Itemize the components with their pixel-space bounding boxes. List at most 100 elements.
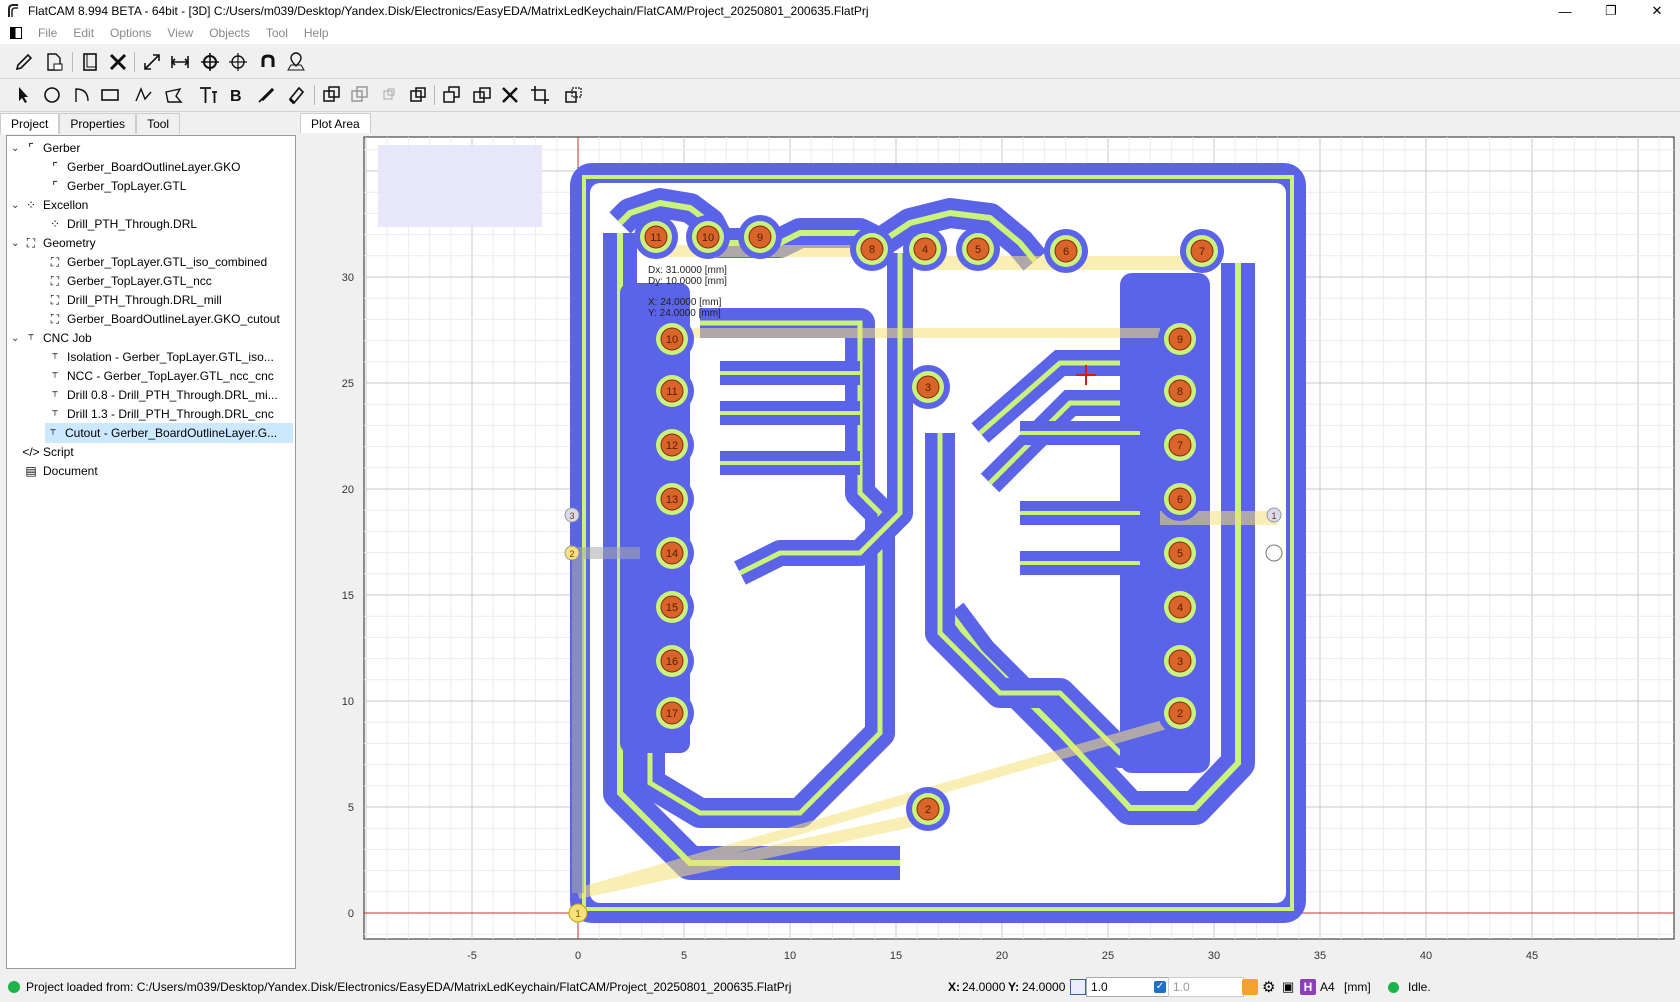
tree-item-cnc[interactable]: ⸆ Isolation - Gerber_TopLayer.GTL_iso... bbox=[47, 347, 274, 367]
chevron-down-icon: ⌄ bbox=[11, 199, 20, 211]
y-tick-label: 25 bbox=[342, 378, 354, 390]
tree-item-script[interactable]: </> Script bbox=[22, 442, 73, 462]
tree-item-gerber[interactable]: ⌜ Gerber_TopLayer.GTL bbox=[47, 176, 186, 196]
crop-icon bbox=[531, 86, 549, 104]
close-window-button[interactable]: ✕ bbox=[1634, 0, 1680, 22]
union-icon bbox=[323, 86, 340, 102]
x-tick-label: 40 bbox=[1420, 950, 1432, 962]
tree-item-cnc-selected[interactable]: ⸆ Cutout - Gerber_BoardOutlineLayer.G... bbox=[45, 423, 293, 443]
tree-item-geometry[interactable]: ⛶ Drill_PTH_Through.DRL_mill bbox=[47, 290, 222, 310]
gerber-icon: ⌜ bbox=[28, 141, 34, 155]
restore-button[interactable]: ❐ bbox=[1588, 0, 1634, 22]
transform-tool[interactable] bbox=[560, 81, 588, 109]
tree-item-geometry[interactable]: ⛶ Gerber_TopLayer.GTL_iso_combined bbox=[47, 252, 267, 272]
menu-edit[interactable]: Edit bbox=[65, 26, 102, 40]
layout-toggle-icon[interactable] bbox=[10, 27, 22, 39]
menu-objects[interactable]: Objects bbox=[201, 26, 258, 40]
polygon-tool[interactable] bbox=[160, 81, 188, 109]
menu-help[interactable]: Help bbox=[296, 26, 337, 40]
grid-lock-checkbox[interactable]: ✓ bbox=[1154, 981, 1166, 993]
y-tick-label: 5 bbox=[348, 802, 354, 814]
path-tool[interactable] bbox=[130, 81, 158, 109]
terminal-icon[interactable]: ▣ bbox=[1282, 979, 1294, 995]
tree-item-geometry[interactable]: ⛶ Gerber_BoardOutlineLayer.GKO_cutout bbox=[47, 309, 280, 329]
locate-button[interactable] bbox=[282, 48, 310, 76]
delete-shape-tool[interactable] bbox=[496, 81, 524, 109]
tree-item-gerber[interactable]: ⌜ Gerber_BoardOutlineLayer.GKO bbox=[47, 157, 240, 177]
cnc-icon: ⸆ bbox=[51, 350, 58, 365]
item-label: Gerber_TopLayer.GTL bbox=[67, 179, 187, 193]
transform-icon bbox=[565, 87, 582, 103]
tree-group-geometry[interactable]: ⌄ ⛶ Geometry bbox=[11, 233, 96, 253]
tree-item-document[interactable]: ▤ Document bbox=[23, 461, 97, 481]
menu-options[interactable]: Options bbox=[102, 26, 159, 40]
tab-plot-area[interactable]: Plot Area bbox=[300, 113, 371, 134]
units-label[interactable]: [mm] bbox=[1344, 980, 1371, 994]
paint-icon bbox=[258, 87, 275, 103]
buffer-tool[interactable]: B bbox=[222, 81, 250, 109]
hud-button[interactable]: H bbox=[1300, 979, 1316, 995]
x-tick-label: -5 bbox=[467, 950, 477, 962]
tree-item-excellon[interactable]: ⁘ Drill_PTH_Through.DRL bbox=[47, 214, 197, 234]
origin-label: 1 bbox=[575, 909, 581, 920]
x-coord-label: X: bbox=[948, 980, 960, 994]
y-tick-label: 20 bbox=[342, 484, 354, 496]
page-size-label[interactable]: A4 bbox=[1320, 980, 1335, 994]
zoom-fit-icon bbox=[144, 54, 160, 70]
tree-group-gerber[interactable]: ⌄ ⌜ Gerber bbox=[11, 138, 80, 158]
tree-item-cnc[interactable]: ⸆ NCC - Gerber_TopLayer.GTL_ncc_cnc bbox=[47, 366, 274, 386]
zoom-fit-button[interactable] bbox=[138, 48, 166, 76]
project-tree: ⌄ ⌜ Gerber ⌜ Gerber_BoardOutlineLayer.GKO ⌜… bbox=[6, 135, 296, 969]
menu-tool[interactable]: Tool bbox=[258, 26, 296, 40]
geometry-icon: ⛶ bbox=[26, 235, 36, 250]
copy-tool[interactable] bbox=[438, 81, 466, 109]
copy-icon bbox=[443, 86, 460, 103]
text-tool[interactable] bbox=[194, 81, 222, 109]
minimize-button[interactable]: — bbox=[1542, 0, 1588, 22]
plot-area[interactable]: Plot Area 11 10 9 8 4 5 6 7 10 11 12 13 … bbox=[300, 113, 1680, 970]
grid-y-value: 1.0 bbox=[1173, 980, 1190, 994]
union-tool[interactable] bbox=[318, 81, 346, 109]
select-tool[interactable] bbox=[10, 81, 38, 109]
subtract-tool[interactable] bbox=[376, 81, 404, 109]
axis-icon[interactable] bbox=[1242, 979, 1258, 995]
distance-button[interactable] bbox=[166, 48, 194, 76]
crop-tool[interactable] bbox=[526, 81, 554, 109]
menu-view[interactable]: View bbox=[159, 26, 201, 40]
arc-icon bbox=[75, 88, 89, 102]
move-tool[interactable] bbox=[468, 81, 496, 109]
x-tick-label: 5 bbox=[681, 950, 687, 962]
circle-tool[interactable] bbox=[38, 81, 66, 109]
tab-project[interactable]: Project bbox=[0, 113, 60, 134]
tab-properties[interactable]: Properties bbox=[59, 113, 137, 134]
save-button[interactable] bbox=[40, 48, 68, 76]
delete-button[interactable] bbox=[104, 48, 132, 76]
edit-button[interactable] bbox=[10, 48, 38, 76]
side-pad-label: 3 bbox=[569, 511, 574, 521]
tree-item-cnc[interactable]: ⸆ Drill 0.8 - Drill_PTH_Through.DRL_mi... bbox=[47, 385, 278, 405]
jump-button[interactable] bbox=[224, 48, 252, 76]
pad-label: 3 bbox=[1177, 656, 1183, 668]
tree-item-cnc[interactable]: ⸆ Drill 1.3 - Drill_PTH_Through.DRL_cnc bbox=[47, 404, 274, 424]
grid-snap-icon[interactable] bbox=[1070, 979, 1086, 995]
new-button[interactable] bbox=[76, 48, 104, 76]
tab-tool[interactable]: Tool bbox=[136, 113, 181, 134]
tree-item-geometry[interactable]: ⛶ Gerber_TopLayer.GTL_ncc bbox=[47, 271, 212, 291]
excellon-icon: ⁘ bbox=[25, 198, 37, 212]
snap-button[interactable] bbox=[254, 48, 282, 76]
origin-button[interactable] bbox=[196, 48, 224, 76]
tree-group-cnc[interactable]: ⌄ ⸆ CNC Job bbox=[11, 328, 92, 348]
save-icon bbox=[47, 53, 63, 71]
coord-readout-box bbox=[378, 145, 542, 227]
eraser-tool[interactable] bbox=[282, 81, 310, 109]
menu-file[interactable]: File bbox=[30, 26, 65, 40]
intersect-tool[interactable] bbox=[346, 81, 374, 109]
grid-y-field[interactable]: 1.0 bbox=[1168, 977, 1244, 997]
plot-canvas[interactable]: 11 10 98 4 5 6 710111213141516179876543232 1 2… bbox=[300, 133, 1680, 970]
tree-group-excellon[interactable]: ⌄ ⁘ Excellon bbox=[11, 195, 88, 215]
arc-tool[interactable] bbox=[68, 81, 96, 109]
cut-tool[interactable] bbox=[404, 81, 432, 109]
paint-tool[interactable] bbox=[252, 81, 280, 109]
rectangle-tool[interactable] bbox=[96, 81, 124, 109]
gear-icon[interactable]: ⚙ bbox=[1262, 978, 1275, 996]
